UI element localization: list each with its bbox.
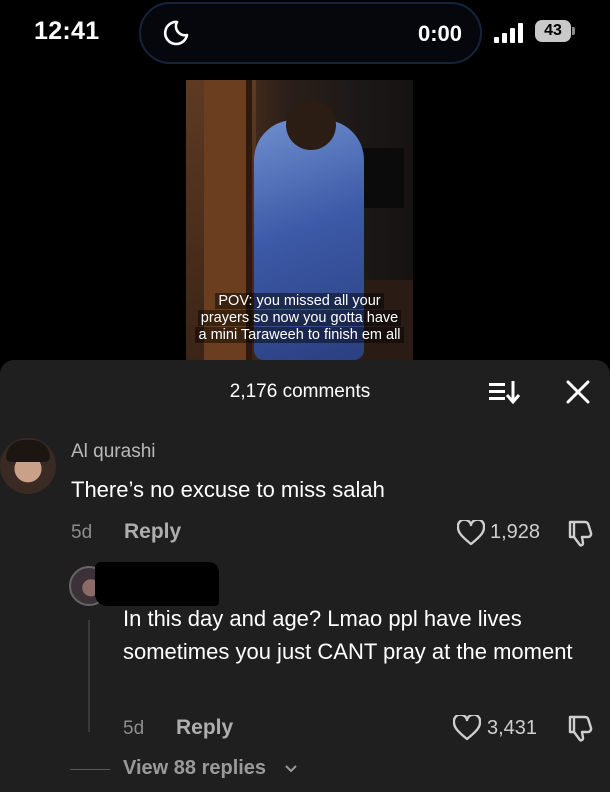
island-timer: 0:00 bbox=[417, 21, 462, 46]
video-person-head bbox=[286, 100, 336, 150]
status-bar: 12:41 0:00 43 bbox=[0, 0, 610, 66]
like-count: 3,431 bbox=[487, 717, 538, 739]
comment-text: There’s no excuse to miss salah bbox=[71, 477, 385, 502]
caption-line: POV: you missed all your bbox=[215, 293, 384, 309]
battery-icon: 43 bbox=[535, 20, 571, 42]
comment-text: In this day and age? Lmao ppl have lives… bbox=[123, 606, 573, 664]
comment-username[interactable]: Al qurashi bbox=[71, 441, 156, 463]
dislike-icon[interactable] bbox=[565, 518, 595, 548]
avatar-hair bbox=[6, 440, 50, 462]
video-thumbnail[interactable]: POV: you missed all your prayers so now … bbox=[186, 80, 413, 360]
caption-line: a mini Taraweeh to finish em all bbox=[195, 327, 404, 343]
redacted-username bbox=[95, 562, 219, 606]
replies-divider bbox=[70, 769, 110, 770]
chevron-down-icon[interactable] bbox=[283, 762, 299, 776]
battery-nub bbox=[572, 27, 575, 35]
reply-button[interactable]: Reply bbox=[124, 520, 181, 544]
video-caption: POV: you missed all your prayers so now … bbox=[186, 293, 413, 344]
dynamic-island[interactable]: 0:00 bbox=[139, 2, 482, 64]
caption-line: prayers so now you gotta have bbox=[197, 310, 402, 326]
comments-header: 2,176 comments bbox=[0, 360, 610, 422]
comment-age: 5d bbox=[71, 522, 93, 543]
comment-age: 5d bbox=[123, 718, 145, 739]
reply-button[interactable]: Reply bbox=[176, 716, 233, 740]
view-replies-button[interactable]: View 88 replies bbox=[123, 757, 266, 780]
like-count: 1,928 bbox=[490, 521, 541, 543]
heart-icon[interactable] bbox=[453, 715, 481, 741]
clock: 12:41 bbox=[34, 17, 100, 45]
moon-icon bbox=[163, 20, 189, 46]
sort-icon[interactable] bbox=[487, 377, 521, 407]
dislike-icon[interactable] bbox=[565, 713, 595, 743]
signal-icon bbox=[494, 23, 523, 43]
heart-icon[interactable] bbox=[457, 520, 485, 546]
thread-line bbox=[88, 620, 90, 732]
avatar[interactable] bbox=[0, 438, 56, 494]
close-icon[interactable] bbox=[564, 378, 592, 406]
